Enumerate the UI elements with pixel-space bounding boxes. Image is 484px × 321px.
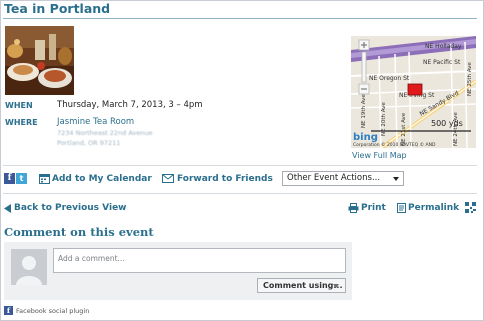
event-photo (5, 26, 74, 95)
map-street-label: NE 25th Ave (467, 62, 473, 96)
divider (3, 165, 477, 166)
print-link[interactable]: Print (361, 203, 386, 213)
comment-box: Add a comment... Comment using... (4, 242, 352, 300)
page-title: Tea in Portland (4, 1, 111, 16)
map-street-label: NE Holladay (425, 43, 462, 50)
when-label: WHEN (5, 101, 33, 110)
map-copyright: Corporation © 2010 NAVTEQ © AND (353, 141, 436, 148)
map-marker-icon[interactable] (407, 83, 423, 96)
back-arrow-icon (4, 204, 11, 216)
forward-icon (162, 173, 175, 187)
bing-logo: bing (353, 132, 378, 143)
permalink-icon (397, 203, 406, 216)
other-event-actions-value: Other Event Actions... (287, 173, 381, 183)
comment-heading: Comment on this event (4, 225, 154, 239)
add-to-calendar-link[interactable]: Add to My Calendar (52, 174, 152, 184)
title-divider (3, 18, 477, 19)
view-full-map-link[interactable]: View Full Map (352, 151, 407, 160)
twitter-share-icon[interactable]: t (16, 173, 27, 184)
comment-using-button[interactable]: Comment using... (257, 278, 346, 293)
map-street-label: NE Oregon St (369, 75, 410, 82)
other-event-actions-select[interactable]: Other Event Actions... (282, 171, 404, 186)
map-scale-label: 500 yds (431, 119, 463, 128)
when-value: Thursday, March 7, 2013, 3 – 4pm (57, 100, 203, 110)
location-map[interactable]: NE Holladay NE Pacific St NE Oregon St N… (351, 36, 476, 148)
back-to-previous-view-link[interactable]: Back to Previous View (14, 203, 127, 213)
venue-link[interactable]: Jasmine Tea Room (57, 117, 134, 127)
forward-to-friends-link[interactable]: Forward to Friends (177, 174, 273, 184)
facebook-plugin-footer[interactable]: f Facebook social plugin (4, 306, 89, 316)
facebook-share-icon[interactable]: f (4, 173, 15, 184)
divider (3, 193, 477, 194)
chevron-down-icon (333, 284, 339, 288)
calendar-icon (39, 173, 50, 187)
where-label: WHERE (5, 118, 38, 127)
facebook-icon: f (4, 306, 13, 315)
address-line-2: Portland, OR 97211 (57, 139, 121, 147)
chevron-down-icon (393, 177, 399, 181)
qr-code-icon[interactable] (465, 202, 476, 216)
map-street-label: NE 19th Ave (361, 94, 367, 128)
address-line-1: 7234 Northeast 22nd Avenue (57, 129, 153, 137)
comment-input[interactable]: Add a comment... (53, 248, 346, 273)
facebook-plugin-label: Facebook social plugin (16, 306, 90, 315)
map-street-label: NE 24th Ave (453, 112, 459, 146)
permalink-link[interactable]: Permalink (408, 203, 459, 213)
comment-using-label: Comment using... (263, 281, 343, 290)
print-icon (348, 203, 359, 216)
map-street-label: NE Pacific St (423, 59, 461, 66)
map-street-label: NE 21st Ave (401, 112, 407, 146)
avatar (11, 249, 47, 285)
